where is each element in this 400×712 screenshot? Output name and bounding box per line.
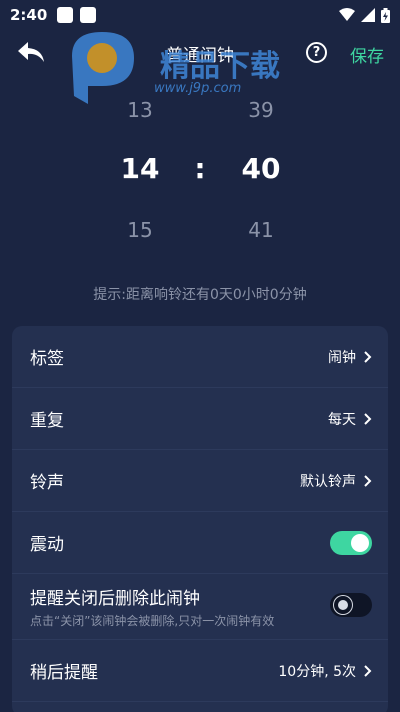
chevron-right-icon [364, 412, 372, 425]
settings-card: 标签 闹钟 重复 每天 铃声 默认铃声 震动 提醒关闭后删除此闹钟 点击“关闭”… [12, 326, 388, 712]
minute-selected[interactable]: 40 [221, 152, 301, 185]
save-button[interactable]: 保存 [350, 42, 384, 67]
hour-option-prev[interactable]: 13 [100, 98, 180, 122]
status-bar: 2:40 [0, 0, 400, 30]
status-icons [339, 7, 390, 23]
row-value: 闹钟 [328, 347, 372, 367]
row-title: 提醒关闭后删除此闹钟 [30, 589, 200, 609]
hour-selected[interactable]: 14 [100, 152, 180, 185]
vibrate-toggle[interactable] [330, 531, 372, 555]
toggle-knob [334, 596, 352, 614]
row-title: 标签 [30, 349, 64, 369]
hour-option-next[interactable]: 15 [100, 218, 180, 242]
row-subtitle: 点击“关闭”该闹钟会被删除,只对一次闹钟有效 [30, 614, 275, 628]
chevron-right-icon [364, 664, 372, 677]
wifi-icon [339, 8, 355, 21]
status-time: 2:40 [10, 6, 48, 24]
repeat-value: 每天 [328, 411, 356, 428]
svg-text:精品下载: 精品下载 [160, 49, 280, 84]
toggle-knob [351, 534, 369, 552]
time-picker[interactable]: 13 14 15 : 39 40 41 [0, 90, 400, 260]
label-value: 闹钟 [328, 349, 356, 366]
vibrate-row: 震动 [12, 512, 388, 574]
chevron-right-icon [364, 474, 372, 487]
delete-after-row: 提醒关闭后删除此闹钟 点击“关闭”该闹钟会被删除,只对一次闹钟有效 [12, 574, 388, 640]
row-title: 稍后提醒 [30, 663, 98, 683]
notification-icon [57, 7, 74, 23]
row-value: 默认铃声 [300, 471, 372, 491]
snooze-row[interactable]: 稍后提醒 10分钟, 5次 [12, 640, 388, 702]
delete-after-toggle[interactable] [330, 593, 372, 617]
notification-icon [80, 7, 97, 23]
minute-option-next[interactable]: 41 [221, 218, 301, 242]
row-value: 10分钟, 5次 [278, 661, 372, 681]
chevron-right-icon [364, 350, 372, 363]
snooze-value: 10分钟, 5次 [278, 663, 356, 680]
help-icon: ? [312, 45, 321, 60]
row-value: 每天 [328, 409, 372, 429]
label-row[interactable]: 标签 闹钟 [12, 326, 388, 388]
repeat-row[interactable]: 重复 每天 [12, 388, 388, 450]
row-title: 震动 [30, 535, 64, 555]
minute-option-prev[interactable]: 39 [221, 98, 301, 122]
row-title: 重复 [30, 411, 64, 431]
battery-icon [381, 7, 390, 23]
signal-icon [361, 8, 375, 22]
ringtone-row[interactable]: 铃声 默认铃声 [12, 450, 388, 512]
row-title: 铃声 [30, 473, 64, 493]
ringtone-value: 默认铃声 [300, 473, 356, 490]
help-button[interactable]: ? [306, 42, 327, 63]
time-separator: : [194, 152, 206, 185]
time-remaining-hint: 提示:距离响铃还有0天0小时0分钟 [93, 287, 307, 303]
